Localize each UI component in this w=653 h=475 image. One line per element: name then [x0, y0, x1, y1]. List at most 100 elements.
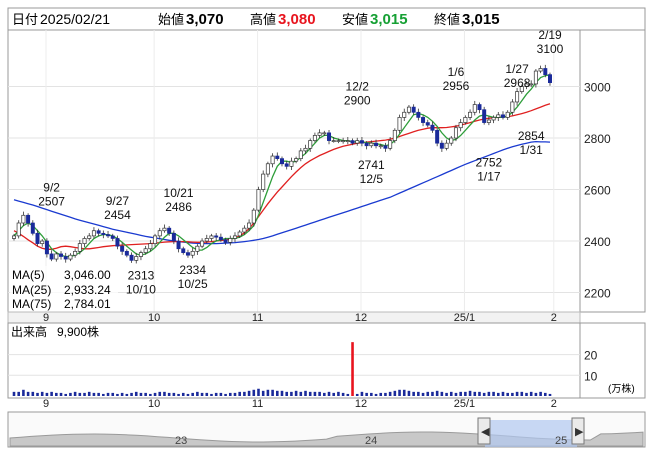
- price-tick-label: 2800: [584, 132, 611, 146]
- volume-bar: [304, 390, 307, 396]
- chart-svg: 日付 2025/02/21 始値 3,070 高値 3,080 安値 3,015…: [7, 7, 646, 448]
- volume-bar: [496, 392, 500, 396]
- candle-body: [505, 111, 510, 118]
- ma-legend: MA(5) 3,046.00 MA(25) 2,933.24 MA(75) 2,…: [10, 266, 118, 311]
- volume-bar: [111, 392, 115, 396]
- candle-body: [251, 209, 256, 224]
- volume-bar: [417, 391, 420, 396]
- volume-bar: [31, 391, 35, 396]
- candle-body: [232, 235, 237, 239]
- volume-bar: [73, 391, 77, 396]
- candle-body: [411, 106, 416, 113]
- annotation-value: 2313: [128, 268, 155, 282]
- volume-bar: [200, 392, 204, 396]
- candle-body: [162, 227, 167, 232]
- candle-body: [247, 222, 252, 229]
- navigator-year-24: 24: [365, 435, 377, 447]
- volume-bar: [431, 391, 434, 396]
- candle-body: [406, 106, 411, 113]
- candle-body: [12, 235, 16, 239]
- annotation-date: 1/31: [520, 143, 544, 157]
- candle-body: [510, 101, 515, 113]
- candle-body: [341, 140, 346, 142]
- volume-bar: [12, 391, 16, 396]
- candle-body: [543, 68, 548, 76]
- volume-bar: [440, 391, 444, 396]
- volume-bar: [116, 393, 119, 396]
- candle-body: [167, 227, 172, 234]
- volume-bar: [478, 391, 481, 396]
- ma25-legend-label: MA(25): [12, 283, 51, 297]
- volume-bar: [22, 389, 25, 396]
- x-tick-label: 11: [252, 312, 263, 324]
- annotation-date: 10/21: [164, 186, 194, 200]
- candle-body: [388, 140, 393, 149]
- candle-body: [298, 150, 303, 159]
- stock-chart-widget: 日付 2025/02/21 始値 3,070 高値 3,080 安値 3,015…: [0, 0, 653, 470]
- volume-bar: [243, 391, 246, 396]
- candle-body: [515, 91, 520, 103]
- volume-bar: [539, 391, 542, 396]
- candle-body: [336, 140, 341, 142]
- volume-bar: [36, 392, 39, 396]
- volume-bar: [388, 391, 392, 396]
- volume-bar: [370, 392, 373, 396]
- volume-bar: [167, 392, 171, 396]
- volume-bar: [290, 391, 293, 396]
- volume-bar: [205, 392, 209, 396]
- volume-bar: [285, 391, 288, 396]
- volume-bar: [102, 393, 105, 396]
- volume-bar: [134, 391, 138, 396]
- volume-bar: [520, 391, 524, 396]
- candle-body: [120, 245, 125, 252]
- candle-body: [453, 127, 458, 139]
- candle-body: [138, 252, 143, 257]
- volume-bar: [398, 389, 401, 396]
- candle-body: [96, 230, 101, 234]
- candle-body: [491, 117, 496, 121]
- volume-bar: [87, 391, 91, 396]
- candle-body: [284, 163, 289, 167]
- date-label: 日付: [12, 12, 38, 27]
- candle-body: [383, 145, 388, 149]
- volume-bar: [163, 391, 166, 396]
- volume-bar: [257, 388, 260, 396]
- candle-body: [280, 158, 284, 165]
- candle-body: [430, 124, 435, 131]
- volume-bar: [365, 392, 368, 396]
- volume-bar: [487, 391, 491, 396]
- volume-bar: [435, 390, 439, 396]
- low-label: 安値: [342, 12, 368, 27]
- candle-body: [49, 253, 54, 260]
- volume-bar: [402, 389, 406, 396]
- volume-bar: [144, 392, 147, 396]
- candle-body: [444, 142, 449, 149]
- volume-x-tick-label: 10: [148, 398, 160, 410]
- candle-body: [190, 250, 195, 256]
- candle-body: [30, 222, 35, 234]
- annotation-date: 12/5: [360, 172, 384, 186]
- volume-bar: [177, 393, 180, 396]
- annotation-date: 9/27: [106, 194, 130, 208]
- candle-body: [218, 236, 223, 241]
- date-value: 2025/02/21: [40, 11, 110, 27]
- navigator[interactable]: ◀ ▶ 23 24 25: [7, 411, 646, 448]
- candle-body: [482, 109, 487, 123]
- right-handle-arrow-icon: ▶: [575, 426, 584, 438]
- volume-bar: [515, 391, 519, 396]
- x-tick-label: 12: [355, 312, 367, 324]
- candle-body: [378, 145, 383, 148]
- candle-body: [59, 253, 64, 257]
- candle-body: [101, 232, 106, 235]
- volume-bar: [186, 393, 190, 396]
- candle-body: [294, 158, 299, 162]
- candle-body: [21, 214, 26, 224]
- volume-bar: [78, 392, 82, 396]
- volume-bar: [153, 392, 157, 396]
- annotation-date: 9/2: [43, 180, 60, 194]
- candle-body: [54, 253, 59, 260]
- candle-body: [16, 222, 21, 237]
- volume-bar: [224, 393, 227, 396]
- volume-x-tick-label: 25/1: [454, 398, 475, 410]
- candle-body: [468, 111, 473, 118]
